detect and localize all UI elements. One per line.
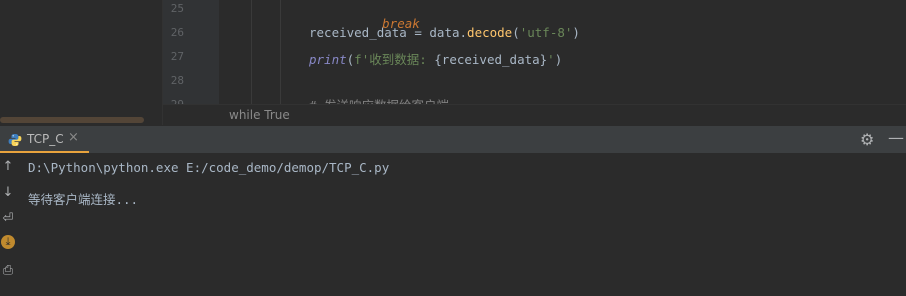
indent-guide (251, 0, 252, 104)
breadcrumb-item[interactable]: while True (229, 108, 290, 122)
up-arrow-icon[interactable]: ↑ (0, 159, 16, 174)
tab-tcp-c[interactable]: TCP_C × (0, 126, 89, 154)
down-arrow-icon[interactable]: ↓ (0, 185, 16, 200)
indent-guide (280, 0, 281, 104)
scroll-to-end-icon[interactable]: ⤓ (1, 235, 15, 249)
soft-wrap-icon[interactable]: ⏎ (0, 211, 16, 226)
python-icon (8, 134, 22, 146)
tab-label: TCP_C (27, 132, 64, 146)
breadcrumb[interactable]: while True (163, 104, 906, 126)
console-output-line: D:\Python\python.exe E:/code_demo/demop/… (28, 160, 390, 175)
code-area[interactable]: break received_data = data.decode('utf-8… (219, 0, 906, 104)
close-icon[interactable]: × (68, 130, 79, 145)
run-console[interactable]: ↑ ↓ ⏎ ⤓ ⎙ D:\Python\python.exe E:/code_d… (0, 153, 906, 296)
horizontal-scrollbar[interactable] (0, 117, 144, 123)
code-editor[interactable]: 25 26 27 28 29 break received_data = dat… (0, 0, 906, 126)
code-line-29: # 发送响应数据给客户端 (309, 95, 449, 104)
console-output-line: 等待客户端连接... (28, 192, 139, 207)
run-tool-window-header: TCP_C × ⚙ — (0, 125, 906, 154)
print-icon[interactable]: ⎙ (0, 263, 16, 278)
minimize-icon[interactable]: — (888, 128, 904, 147)
project-pane[interactable] (0, 0, 163, 125)
code-line-26: received_data = data.decode('utf-8') (309, 25, 580, 40)
gear-icon[interactable]: ⚙ (860, 130, 874, 149)
line-number: 28 (170, 74, 184, 87)
console-toolbar: ↑ ↓ ⏎ ⤓ ⎙ (0, 153, 18, 296)
line-number: 25 (170, 2, 184, 15)
code-line-27: print(f'收到数据: {received_data}') (309, 52, 563, 67)
line-number: 26 (170, 26, 184, 39)
line-number: 27 (170, 50, 184, 63)
